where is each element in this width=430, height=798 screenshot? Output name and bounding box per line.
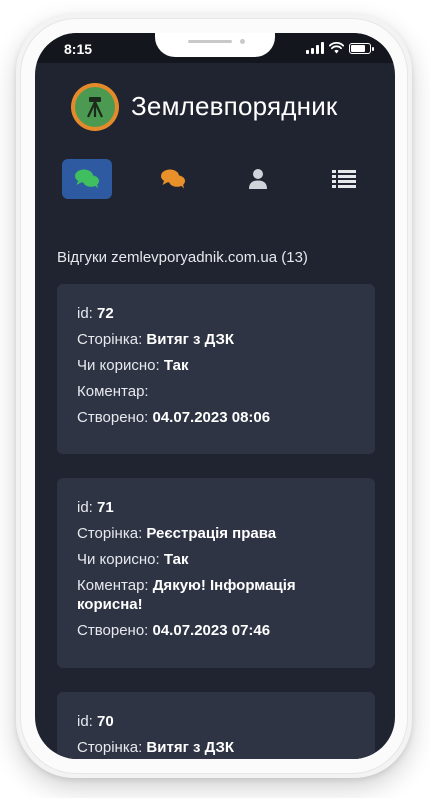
review-comment: Коментар: Дякую! Інформація корисна! xyxy=(77,577,296,613)
status-bar: 8:15 xyxy=(35,33,395,63)
app-header: Землевпорядник xyxy=(35,83,395,135)
device-notch xyxy=(155,33,275,57)
review-page: Сторінка: Витяг з ДЗК xyxy=(77,739,235,756)
review-id: id: 70 xyxy=(77,713,114,730)
tab-list[interactable] xyxy=(319,159,369,199)
list-icon xyxy=(332,170,356,188)
tab-reviews[interactable] xyxy=(62,159,112,199)
battery-icon xyxy=(349,42,374,54)
comments-icon xyxy=(161,169,185,189)
review-useful: Чи корисно: Так xyxy=(77,551,189,568)
app-screen: 8:15 Землевпорядник Відгуки zemlevporyad… xyxy=(35,33,395,759)
app-title: Землевпорядник xyxy=(131,91,338,121)
reviews-list: id: 72 Сторінка: Витяг з ДЗК Чи корисно:… xyxy=(57,284,375,759)
app-logo xyxy=(71,83,119,131)
review-created: Створено: 04.07.2023 08:06 xyxy=(77,409,271,426)
review-comment: Коментар: xyxy=(77,383,149,400)
review-card[interactable]: id: 71 Сторінка: Реєстрація права Чи кор… xyxy=(57,478,375,668)
speaker-grille xyxy=(188,40,232,43)
tab-comments[interactable] xyxy=(148,159,198,199)
signal-icon xyxy=(306,42,324,54)
status-icons xyxy=(306,41,374,55)
user-icon xyxy=(249,169,267,189)
review-id: id: 72 xyxy=(77,305,114,322)
chat-bubbles-icon xyxy=(75,169,99,189)
front-camera xyxy=(240,39,245,44)
review-page: Сторінка: Реєстрація права xyxy=(77,525,277,542)
review-useful: Чи корисно: Так xyxy=(77,357,189,374)
reviews-heading: Відгуки zemlevporyadnik.com.ua (13) xyxy=(57,249,308,266)
tab-profile[interactable] xyxy=(233,159,283,199)
review-card[interactable]: id: 72 Сторінка: Витяг з ДЗК Чи корисно:… xyxy=(57,284,375,454)
review-card[interactable]: id: 70 Сторінка: Витяг з ДЗК xyxy=(57,692,375,759)
review-created: Створено: 04.07.2023 07:46 xyxy=(77,622,271,639)
status-time: 8:15 xyxy=(64,41,93,57)
wifi-icon xyxy=(329,42,344,54)
surveyor-tripod-icon xyxy=(87,97,103,118)
review-id: id: 71 xyxy=(77,499,114,516)
tab-bar xyxy=(35,159,395,201)
review-page: Сторінка: Витяг з ДЗК xyxy=(77,331,235,348)
